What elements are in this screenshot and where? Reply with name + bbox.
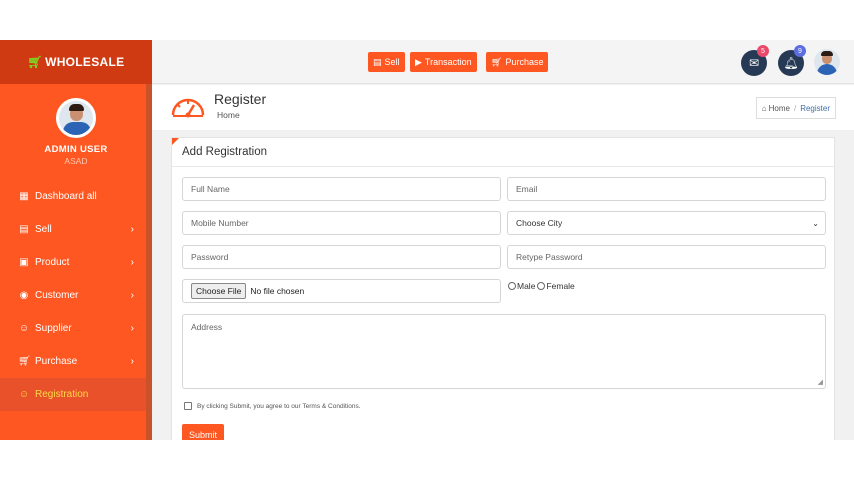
user-icon: ☺	[18, 389, 30, 400]
sell-button-label: Sell	[384, 57, 400, 67]
register-icon: ▤	[19, 224, 29, 235]
page-header: Register Home ⌂ Home / Register	[152, 85, 854, 130]
mail-button[interactable]: ✉ 5	[741, 45, 769, 76]
sidebar-item-registration[interactable]: ☺ Registration	[0, 378, 152, 411]
chevron-right-icon: ›	[130, 257, 134, 268]
breadcrumb-current: Register	[800, 103, 830, 113]
card-title: Add Registration	[172, 138, 834, 167]
user-avatar[interactable]	[814, 49, 840, 75]
sidebar-item-customer[interactable]: ◉ Customer ›	[0, 279, 152, 312]
sidebar-item-label: Sell	[35, 224, 52, 235]
speedometer-icon	[171, 98, 205, 118]
sidebar-item-sell[interactable]: ▤ Sell ›	[0, 213, 152, 246]
notification-count-badge: 9	[794, 45, 806, 57]
address-textarea[interactable]: Address ◢	[182, 314, 826, 389]
sidebar-item-label: Registration	[35, 389, 89, 400]
sidebar-item-label: Customer	[35, 290, 79, 301]
chevron-right-icon: ›	[130, 323, 134, 334]
play-icon: ▶	[415, 56, 422, 67]
male-radio[interactable]	[508, 282, 516, 290]
chevron-right-icon: ›	[130, 224, 134, 235]
sidebar: 🛒︎ WHOLESALE ADMIN USER ASAD ▦ Dashboard…	[0, 40, 152, 440]
user-icon: ☺	[18, 323, 30, 334]
file-upload-field: Choose File No file chosen	[182, 279, 501, 303]
profile-block: ADMIN USER ASAD	[0, 84, 152, 166]
resize-handle-icon[interactable]: ◢	[818, 378, 823, 386]
female-label: Female	[546, 281, 575, 291]
password-input[interactable]: Password	[182, 245, 501, 269]
user-role: ASAD	[64, 156, 88, 166]
dashboard-icon: ▦	[19, 191, 29, 202]
card-corner-accent	[172, 138, 179, 145]
user-name: ADMIN USER	[44, 144, 108, 155]
mobile-number-placeholder: Mobile Number	[191, 218, 249, 228]
sidebar-item-dashboard[interactable]: ▦ Dashboard all	[0, 180, 152, 213]
breadcrumb: ⌂ Home / Register	[755, 97, 836, 119]
sidebar-item-label: Product	[35, 257, 70, 268]
male-label: Male	[517, 281, 536, 291]
home-icon: ⌂	[761, 103, 767, 113]
terms-row: By clicking Submit, you agree to our Ter…	[184, 402, 361, 410]
sell-button[interactable]: ▤ Sell	[368, 52, 405, 72]
terms-text: By clicking Submit, you agree to our Ter…	[197, 402, 361, 410]
chevron-right-icon: ›	[130, 290, 134, 301]
sidebar-item-label: Supplier	[35, 323, 72, 334]
mobile-number-input[interactable]: Mobile Number	[182, 211, 501, 235]
terms-checkbox[interactable]	[184, 402, 192, 410]
city-select[interactable]: Choose City ⌄	[507, 211, 826, 235]
password-placeholder: Password	[191, 252, 229, 262]
purchase-button[interactable]: 🛒︎ Purchase	[486, 52, 549, 72]
transaction-button-label: Transaction	[424, 57, 472, 67]
register-icon: ▤	[373, 56, 382, 67]
gender-radio-group: Male Female	[508, 281, 575, 291]
brand-name: WHOLESALE	[45, 55, 125, 69]
female-radio[interactable]	[537, 282, 546, 290]
breadcrumb-home-link[interactable]: Home	[769, 104, 790, 113]
email-input[interactable]: Email	[507, 177, 826, 201]
sidebar-nav: ▦ Dashboard all ▤ Sell › ▣ Product › ◉ C…	[0, 180, 152, 411]
full-name-input[interactable]: Full Name	[182, 177, 501, 201]
transaction-button[interactable]: ▶ Transaction	[410, 52, 477, 72]
registration-card: Add Registration Full Name Email Mobile …	[171, 137, 835, 440]
app-window: 🛒︎ WHOLESALE ADMIN USER ASAD ▦ Dashboard…	[0, 40, 854, 440]
submit-button[interactable]: Submit	[182, 424, 225, 440]
sidebar-scrollbar[interactable]	[146, 84, 152, 440]
brand-logo[interactable]: 🛒︎ WHOLESALE	[0, 40, 152, 84]
chevron-down-icon: ⌄	[812, 218, 819, 228]
file-status-text: No file chosen	[250, 286, 305, 296]
avatar[interactable]	[56, 98, 96, 138]
sidebar-item-purchase[interactable]: 🛒︎ Purchase ›	[0, 345, 152, 378]
retype-password-placeholder: Retype Password	[516, 252, 583, 262]
cart-icon: 🛒︎	[491, 56, 503, 67]
handshake-icon: ◉	[19, 290, 29, 301]
chevron-right-icon: ›	[130, 356, 134, 367]
retype-password-input[interactable]: Retype Password	[507, 245, 826, 269]
sidebar-item-label: Dashboard all	[35, 191, 97, 202]
bell-icon: 🔔︎	[783, 56, 799, 70]
email-placeholder: Email	[516, 184, 538, 194]
purchase-button-label: Purchase	[505, 57, 544, 67]
address-placeholder: Address	[191, 322, 223, 332]
mail-count-badge: 5	[757, 45, 769, 57]
sidebar-item-supplier[interactable]: ☺ Supplier ›	[0, 312, 152, 345]
sidebar-item-product[interactable]: ▣ Product ›	[0, 246, 152, 279]
full-name-placeholder: Full Name	[191, 184, 230, 194]
cart-icon: 🛒︎	[27, 55, 44, 69]
page-title: Register	[214, 91, 267, 107]
breadcrumb-separator: /	[793, 103, 797, 113]
notification-button[interactable]: 🔔︎ 9	[778, 45, 806, 76]
envelope-icon: ✉	[748, 56, 760, 70]
sidebar-item-label: Purchase	[35, 356, 78, 367]
box-icon: ▣	[19, 257, 29, 268]
city-select-value: Choose City	[516, 218, 563, 228]
topbar: ▤ Sell ▶ Transaction 🛒︎ Purchase ✉ 5 🔔︎ …	[152, 40, 854, 84]
page-subtitle: Home	[217, 110, 240, 120]
choose-file-button[interactable]: Choose File	[191, 283, 247, 299]
cart-icon: 🛒︎	[18, 356, 31, 367]
